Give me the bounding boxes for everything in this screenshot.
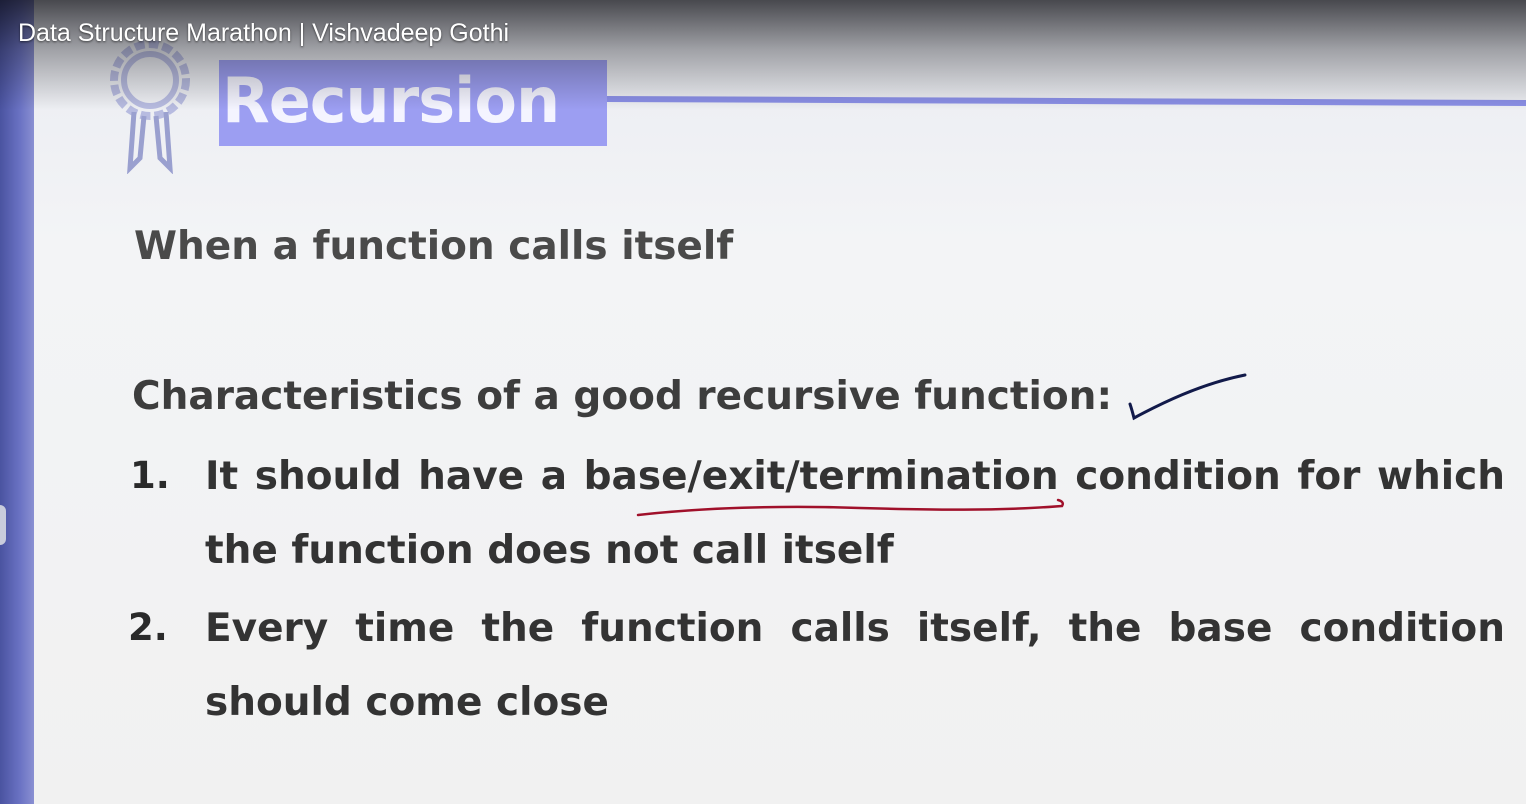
item-1-line-2: the function does not call itself (205, 528, 894, 573)
video-frame[interactable]: Recursion When a function calls itself C… (0, 0, 1526, 804)
item-1-line-1: It should have a base/exit/termination c… (205, 454, 1505, 499)
video-title[interactable]: Data Structure Marathon | Vishvadeep Got… (18, 19, 509, 48)
item-number-2: 2. (128, 606, 168, 649)
item-2-line-2: should come close (205, 680, 609, 725)
slide-heading: Recursion (222, 64, 560, 137)
characteristics-title: Characteristics of a good recursive func… (132, 374, 1113, 419)
definition-text: When a function calls itself (134, 224, 734, 269)
left-sidebar-strip (0, 0, 34, 804)
item-number-1: 1. (130, 454, 170, 497)
item-2-line-1: Every time the function calls itself, th… (205, 606, 1505, 651)
award-ribbon-icon (110, 40, 190, 174)
